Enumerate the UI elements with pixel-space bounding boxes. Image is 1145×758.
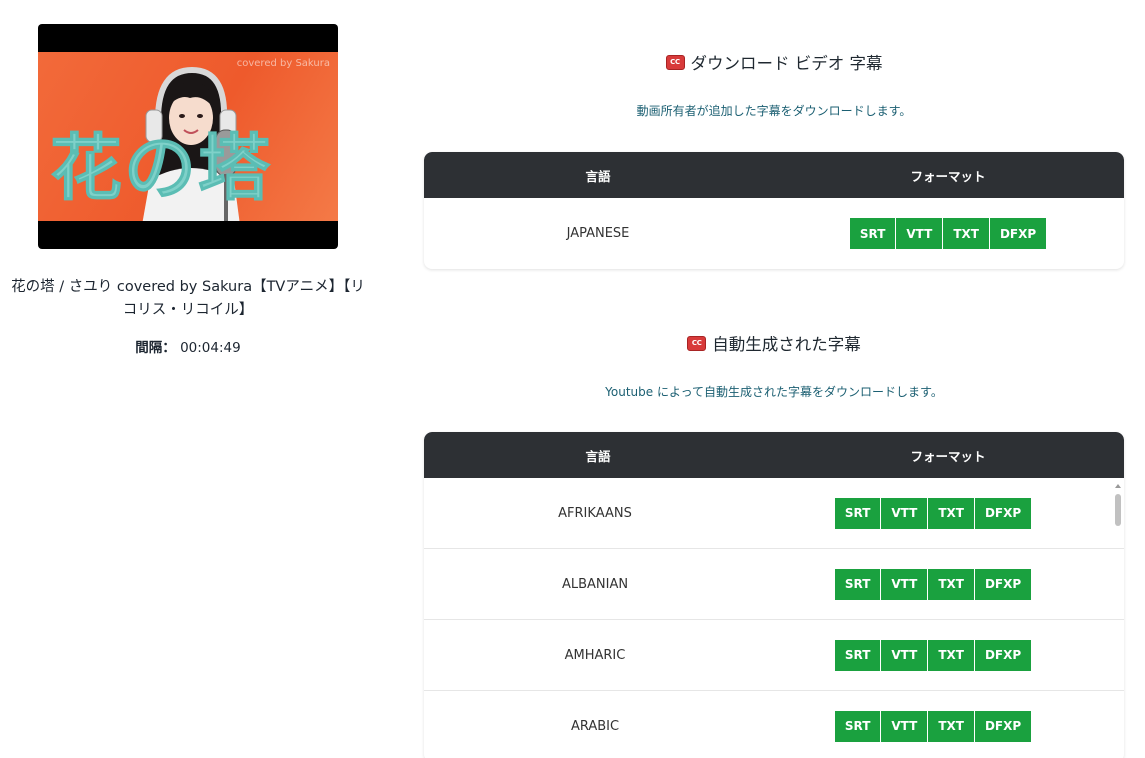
table-header: 言語 フォーマット [424,432,1124,478]
vtt-download-button[interactable]: VTT [881,639,929,671]
table-row: ARABIC SRT VTT TXT DFXP [424,691,1124,758]
vtt-download-button[interactable]: VTT [881,497,929,529]
owner-subtitles-description: 動画所有者が追加した字幕をダウンロードします。 [636,104,912,118]
dfxp-download-button[interactable]: DFXP [974,639,1032,671]
dfxp-download-button[interactable]: DFXP [989,218,1047,249]
table-row: JAPANESE SRT VTT TXT DFXP [424,198,1124,269]
language-cell: JAPANESE [566,226,630,241]
table-row: AMHARIC SRT VTT TXT DFXP [424,620,1124,691]
owner-subtitles-title: ダウンロード ビデオ 字幕 [690,54,883,73]
srt-download-button[interactable]: SRT [849,218,897,249]
format-button-group: SRT VTT TXT DFXP [834,639,1032,671]
auto-subtitles-heading: CC 自動生成された字幕 [424,331,1124,355]
table-header: 言語 フォーマット [424,152,1124,198]
scroll-up-arrow-icon[interactable] [1115,484,1121,488]
thumbnail-overlay-text: covered by Sakura [236,58,330,69]
language-column-header: 言語 [585,448,611,464]
format-column-header: フォーマット [910,168,986,184]
vtt-download-button[interactable]: VTT [896,218,944,249]
language-cell: ARABIC [570,718,620,734]
language-cell: AMHARIC [564,647,626,663]
video-thumbnail: covered by Sakura 花の塔 [38,24,338,249]
cc-icon: CC [687,335,707,351]
dfxp-download-button[interactable]: DFXP [974,497,1032,529]
auto-subtitles-title: 自動生成された字幕 [712,335,861,354]
dfxp-download-button[interactable]: DFXP [974,568,1032,600]
duration-label: 間隔： [135,340,176,356]
language-column-header: 言語 [585,168,611,184]
owner-subtitles-table: 言語 フォーマット JAPANESE SRT VTT TXT DFXP [424,152,1124,269]
srt-download-button[interactable]: SRT [834,710,882,742]
format-button-group: SRT VTT TXT DFXP [834,497,1032,529]
format-column-header: フォーマット [910,448,986,464]
table-scrollbar[interactable] [1114,482,1122,758]
vtt-download-button[interactable]: VTT [881,568,929,600]
video-title: 花の塔 / さユり covered by Sakura【TVアニメ】【リコリス・… [11,279,365,318]
duration-value: 00:04:49 [180,340,241,356]
auto-subtitles-description: Youtube によって自動生成された字幕をダウンロードします。 [605,385,943,399]
cc-icon: CC [665,54,685,70]
language-cell: AFRIKAANS [558,505,632,521]
thumbnail-image: covered by Sakura 花の塔 [38,52,338,221]
format-button-group: SRT VTT TXT DFXP [849,218,1047,249]
video-duration: 間隔： 00:04:49 [10,336,366,356]
format-button-group: SRT VTT TXT DFXP [834,710,1032,742]
scrollbar-thumb[interactable] [1115,494,1121,526]
thumbnail-title-text: 花の塔 [49,125,273,210]
txt-download-button[interactable]: TXT [943,218,990,249]
language-cell: ALBANIAN [561,576,629,592]
txt-download-button[interactable]: TXT [928,568,975,600]
format-button-group: SRT VTT TXT DFXP [834,568,1032,600]
srt-download-button[interactable]: SRT [834,497,882,529]
txt-download-button[interactable]: TXT [928,710,975,742]
owner-subtitles-heading: CC ダウンロード ビデオ 字幕 [424,50,1124,74]
txt-download-button[interactable]: TXT [928,639,975,671]
auto-subtitles-table: 言語 フォーマット AFRIKAANS SRT VTT TXT DFXP ALB… [424,432,1124,758]
table-row: AFRIKAANS SRT VTT TXT DFXP [424,478,1124,549]
table-row: ALBANIAN SRT VTT TXT DFXP [424,549,1124,620]
vtt-download-button[interactable]: VTT [881,710,929,742]
dfxp-download-button[interactable]: DFXP [974,710,1032,742]
srt-download-button[interactable]: SRT [834,639,882,671]
txt-download-button[interactable]: TXT [928,497,975,529]
srt-download-button[interactable]: SRT [834,568,882,600]
